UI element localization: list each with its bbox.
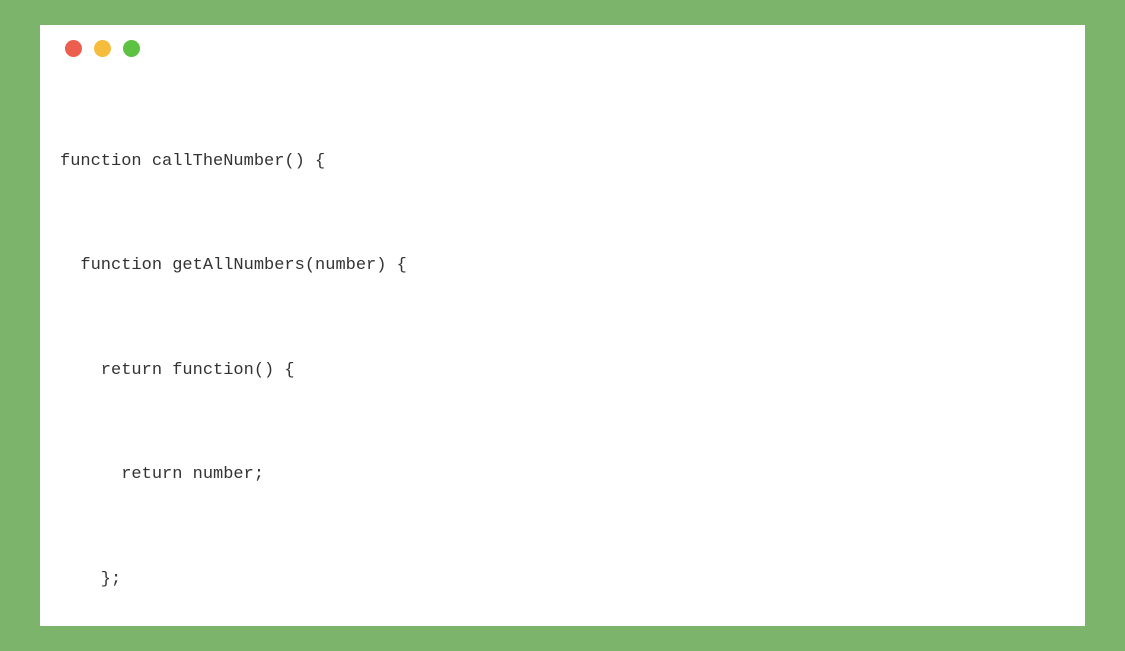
- code-window: function callTheNumber() { function getA…: [40, 25, 1085, 626]
- code-line: return number;: [60, 458, 1065, 493]
- code-line: return function() {: [60, 354, 1065, 389]
- close-icon[interactable]: [65, 40, 82, 57]
- code-line: function getAllNumbers(number) {: [60, 249, 1065, 284]
- window-controls: [60, 40, 1065, 57]
- code-line: };: [60, 563, 1065, 598]
- code-line: function callTheNumber() {: [60, 145, 1065, 180]
- maximize-icon[interactable]: [123, 40, 140, 57]
- minimize-icon[interactable]: [94, 40, 111, 57]
- code-block: function callTheNumber() { function getA…: [60, 75, 1065, 626]
